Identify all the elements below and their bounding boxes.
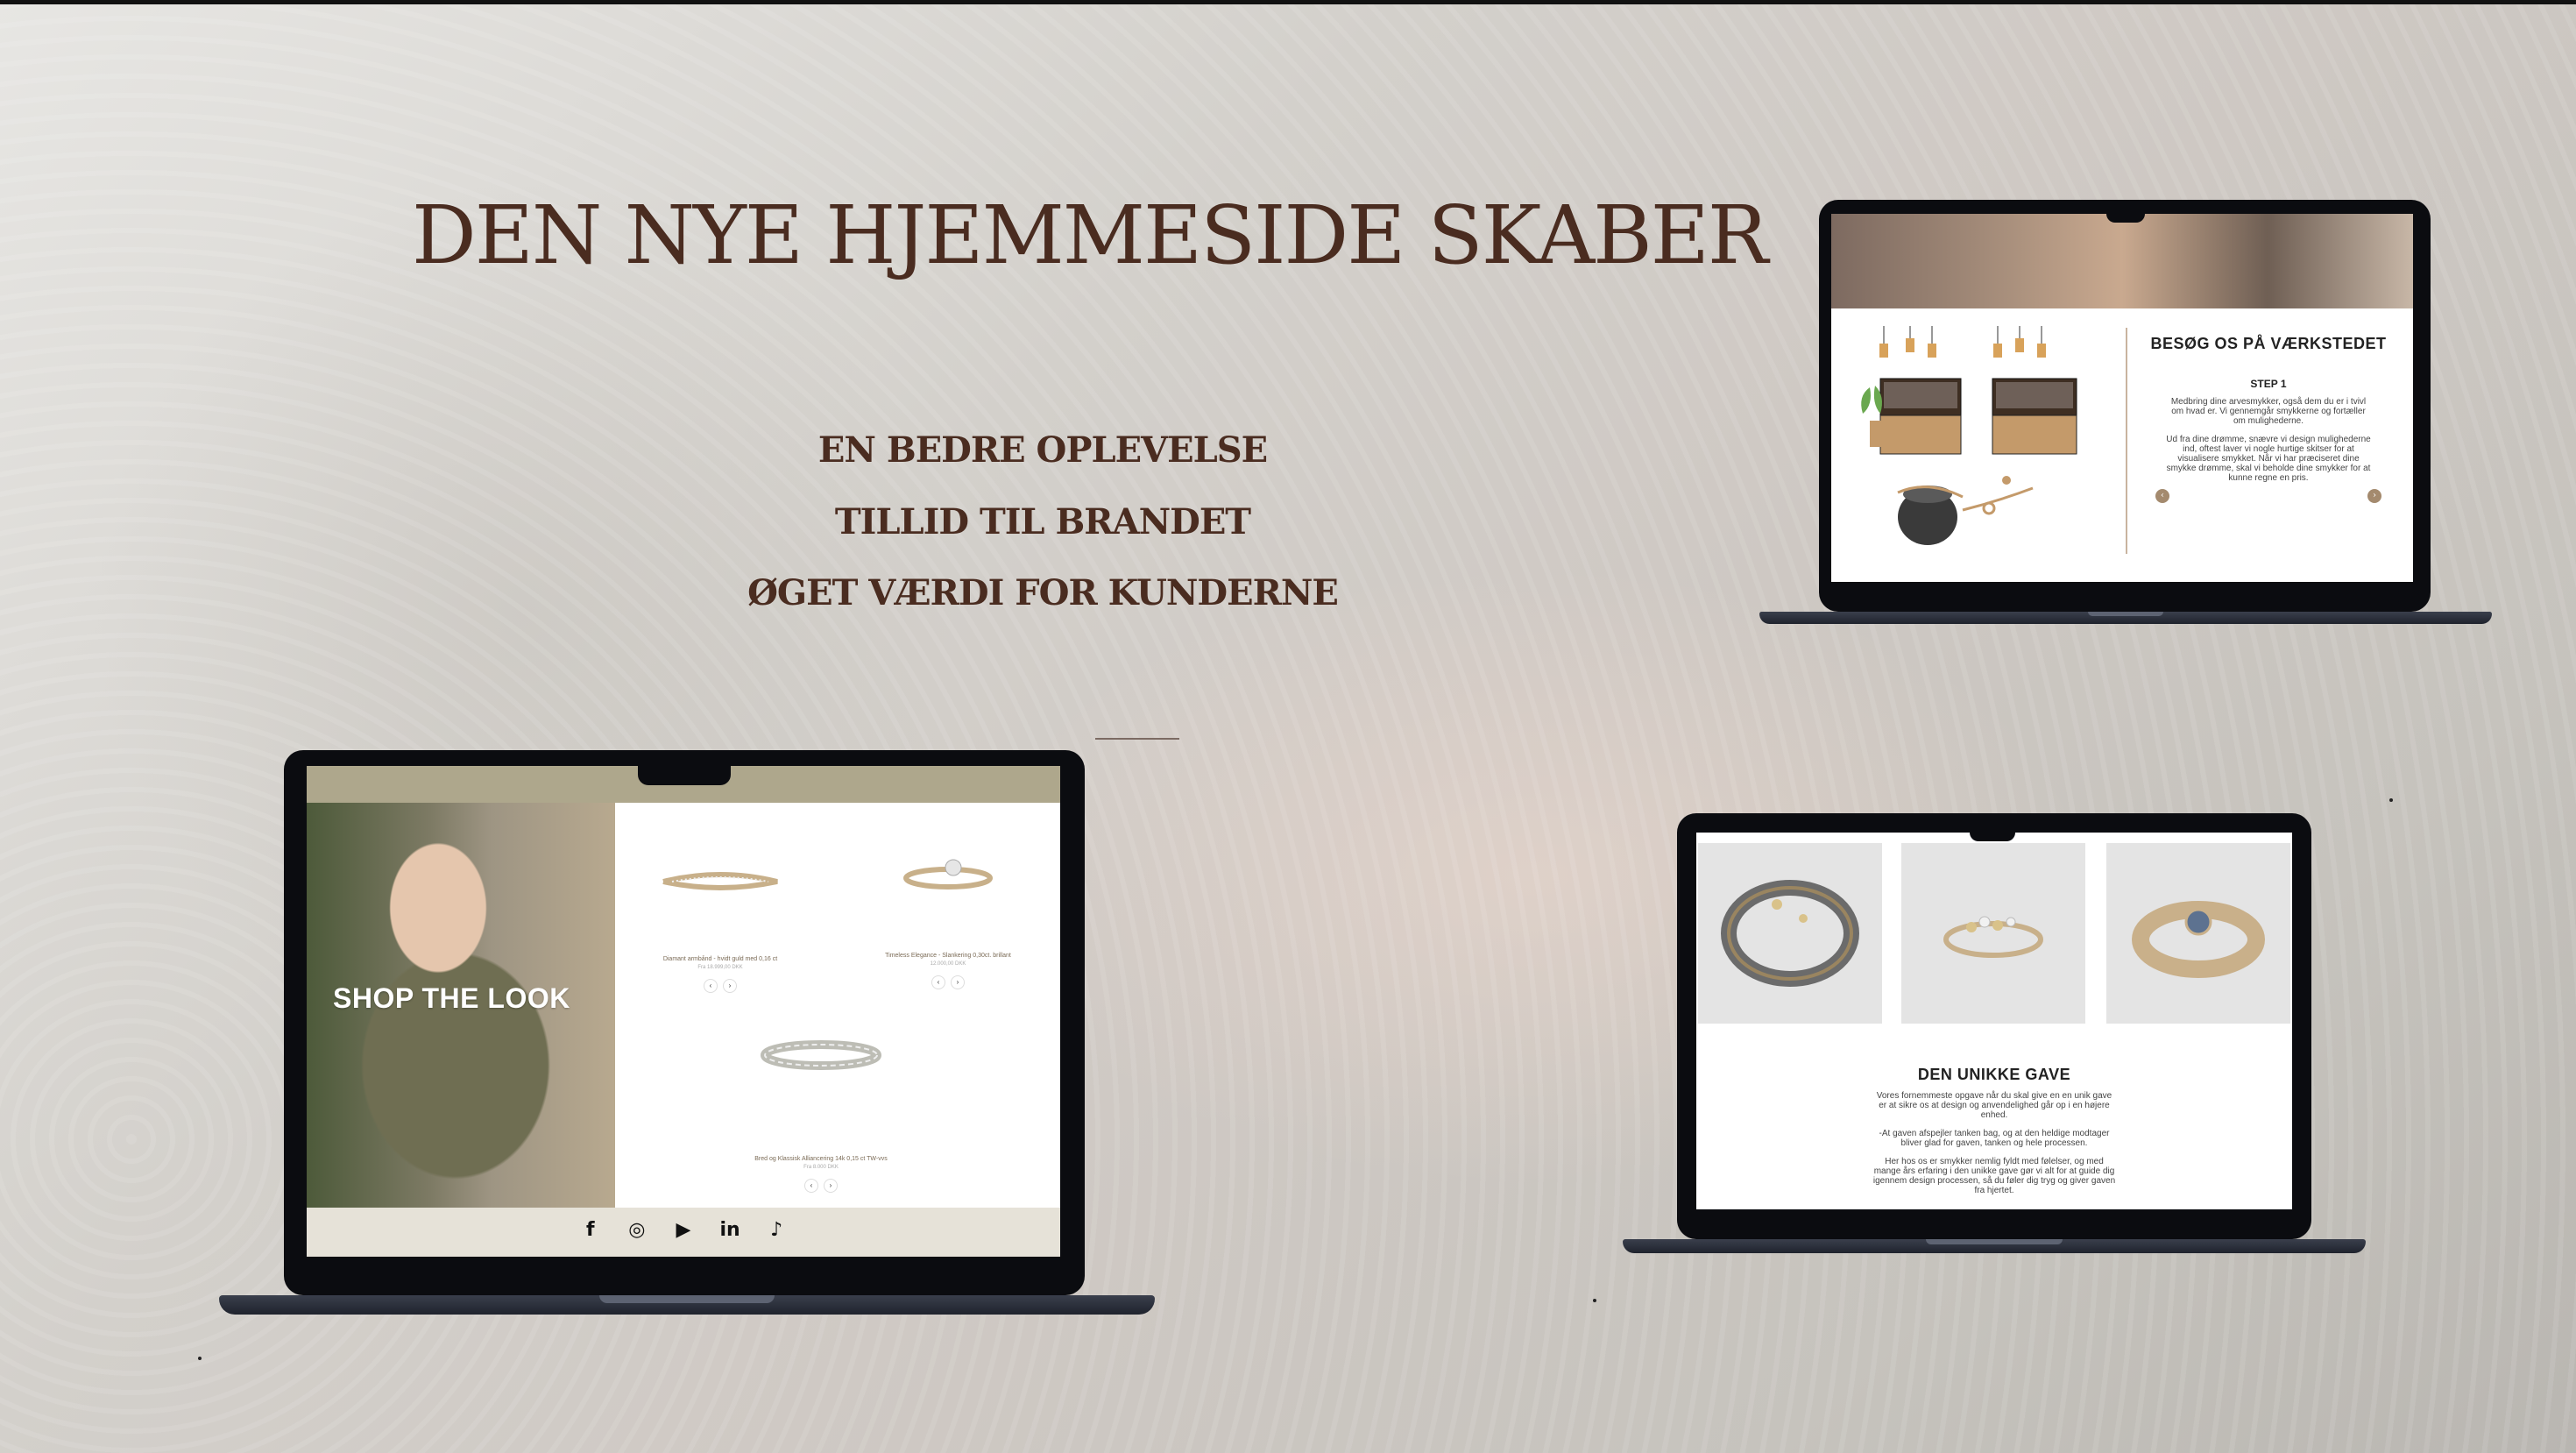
speck bbox=[2389, 798, 2393, 802]
gift-paragraph-2: -At gaven afspejler tanken bag, og at de… bbox=[1879, 1129, 2110, 1148]
camera-notch bbox=[638, 766, 731, 785]
product-card[interactable]: Bred og Klassisk Alliancering 14k 0,15 c… bbox=[711, 1038, 931, 1193]
arrow-next-button[interactable]: › bbox=[723, 979, 737, 993]
shop-the-look-label: SHOP THE LOOK bbox=[333, 982, 570, 1014]
band-ring-image bbox=[761, 1040, 881, 1070]
arrow-prev-button[interactable]: ‹ bbox=[804, 1179, 818, 1193]
camera-notch bbox=[2106, 214, 2145, 223]
facebook-icon[interactable]: f bbox=[578, 1218, 603, 1243]
product-grid: Diamant armbånd - hvidt guld med 0,16 ct… bbox=[615, 803, 1060, 1208]
gift-paragraph-1: Vores fornemmeste opgave når du skal giv… bbox=[1876, 1091, 2112, 1120]
product-carousel-arrows: ‹ › bbox=[633, 979, 808, 993]
top-edge bbox=[0, 0, 2576, 4]
gift-image-ring-2 bbox=[1901, 843, 2085, 1024]
laptop-shop: SHOP THE LOOK Diamant armbånd - hvidt gu… bbox=[219, 750, 1155, 1318]
workshop-hero-photo bbox=[1831, 214, 2413, 308]
workshop-paragraph-2: Ud fra dine drømme, snævre vi design mul… bbox=[2166, 435, 2371, 483]
shop-model-photo: SHOP THE LOOK bbox=[307, 803, 615, 1208]
page-title: DEN NYE HJEMMESIDE SKABER bbox=[412, 188, 1768, 282]
arrow-next-button[interactable]: › bbox=[824, 1179, 838, 1193]
product-carousel-arrows: ‹ › bbox=[860, 975, 1036, 989]
gift-paragraph-3: Her hos os er smykker nemlig fyldt med f… bbox=[1872, 1157, 2116, 1195]
workshop-screen: BESØG OS PÅ VÆRKSTEDET STEP 1 Medbring d… bbox=[1831, 214, 2413, 582]
workshop-step: STEP 1 bbox=[2250, 378, 2287, 390]
gift-image-ring-1 bbox=[1698, 843, 1882, 1024]
laptop-workshop: BESØG OS PÅ VÆRKSTEDET STEP 1 Medbring d… bbox=[1759, 200, 2492, 629]
workshop-illustration bbox=[1831, 308, 2126, 564]
speck bbox=[1593, 1299, 1596, 1302]
youtube-icon[interactable]: ▶ bbox=[671, 1218, 696, 1243]
instagram-icon[interactable]: ◎ bbox=[625, 1218, 649, 1243]
divider-line bbox=[1095, 738, 1179, 740]
gift-text: DEN UNIKKE GAVE Vores fornemmeste opgave… bbox=[1696, 1043, 2292, 1195]
shop-footer: f ◎ ▶ in ♪ bbox=[307, 1208, 1060, 1257]
arrow-prev-button[interactable]: ‹ bbox=[704, 979, 718, 993]
speck bbox=[198, 1357, 202, 1360]
camera-notch bbox=[1970, 833, 2015, 841]
laptop-hinge bbox=[2088, 612, 2163, 616]
arrow-next-button[interactable]: › bbox=[951, 975, 965, 989]
workshop-next-button[interactable]: › bbox=[2367, 489, 2381, 503]
laptop-hinge bbox=[1926, 1239, 2063, 1244]
product-card[interactable]: Timeless Elegance - Slankering 0,30ct. b… bbox=[860, 855, 1036, 989]
shop-screen: SHOP THE LOOK Diamant armbånd - hvidt gu… bbox=[307, 766, 1060, 1257]
arrow-prev-button[interactable]: ‹ bbox=[931, 975, 945, 989]
tiktok-icon[interactable]: ♪ bbox=[764, 1218, 789, 1243]
workshop-prev-button[interactable]: ‹ bbox=[2155, 489, 2169, 503]
workshop-text: BESØG OS PÅ VÆRKSTEDET STEP 1 Medbring d… bbox=[2129, 308, 2408, 564]
workshop-paragraph-1: Medbring dine arvesmykker, også dem du e… bbox=[2170, 397, 2367, 426]
workshop-divider bbox=[2126, 328, 2127, 554]
laptop-gift: DEN UNIKKE GAVE Vores fornemmeste opgave… bbox=[1623, 813, 2366, 1258]
product-price: 12.000,00 DKK bbox=[930, 961, 966, 967]
gift-screen: DEN UNIKKE GAVE Vores fornemmeste opgave… bbox=[1696, 833, 2292, 1209]
product-name: Timeless Elegance - Slankering 0,30ct. b… bbox=[885, 953, 1011, 959]
product-price: Fra 18.999,00 DKK bbox=[697, 965, 743, 970]
gift-image-ring-3 bbox=[2106, 843, 2290, 1024]
laptop-hinge bbox=[599, 1295, 775, 1303]
linkedin-icon[interactable]: in bbox=[718, 1218, 742, 1243]
bracelet-image bbox=[662, 872, 778, 890]
product-price: Fra 8.000 DKK bbox=[803, 1165, 839, 1170]
product-name: Bred og Klassisk Alliancering 14k 0,15 c… bbox=[754, 1156, 888, 1162]
product-name: Diamant armbånd - hvidt guld med 0,16 ct bbox=[662, 956, 778, 962]
workshop-heading: BESØG OS PÅ VÆRKSTEDET bbox=[2150, 335, 2387, 352]
gift-heading: DEN UNIKKE GAVE bbox=[1917, 1066, 2071, 1083]
product-card[interactable]: Diamant armbånd - hvidt guld med 0,16 ct… bbox=[633, 864, 808, 993]
solitaire-ring-image bbox=[903, 859, 993, 890]
product-carousel-arrows: ‹ › bbox=[711, 1179, 931, 1193]
